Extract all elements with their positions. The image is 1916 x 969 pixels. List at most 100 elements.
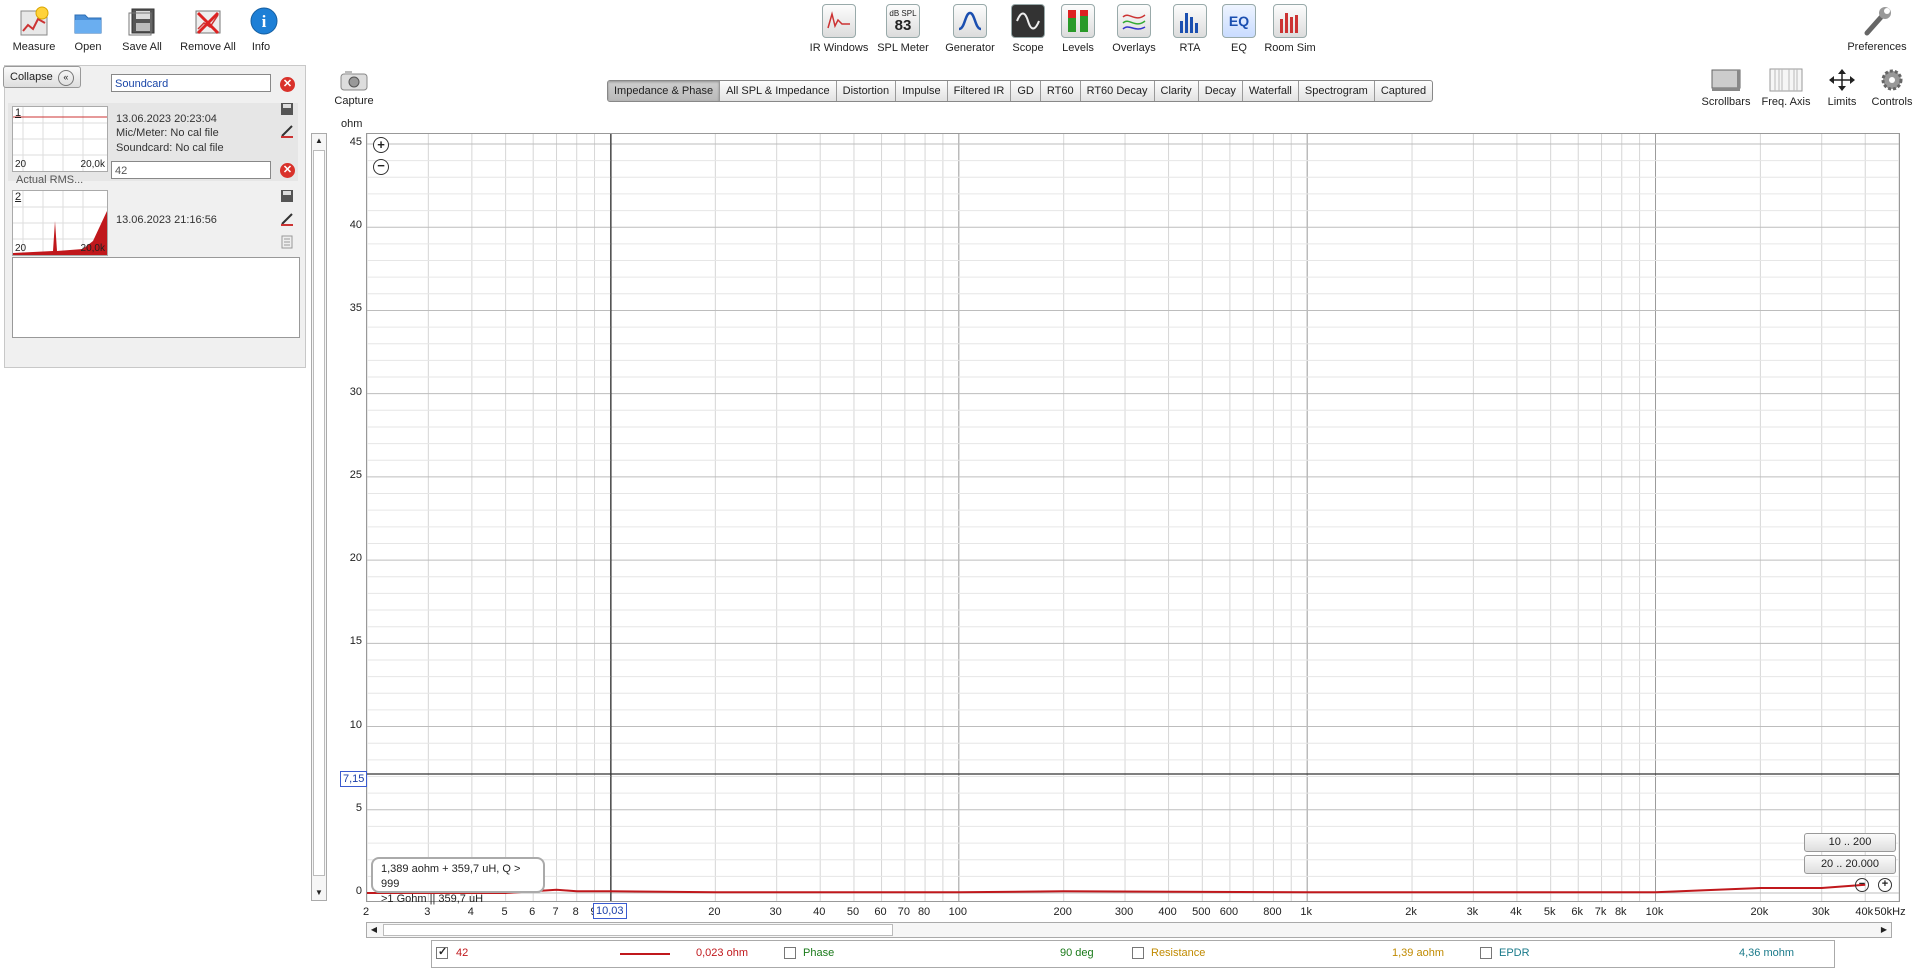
x-tick-label: 40k [1855, 906, 1874, 918]
x-tick-label: 2k [1405, 906, 1417, 918]
plot-area[interactable] [366, 133, 1900, 902]
levels-button[interactable]: Levels [1060, 4, 1096, 54]
limits-button[interactable]: Limits [1820, 68, 1864, 108]
scroll-down-icon[interactable]: ▼ [312, 886, 326, 900]
tab-impulse[interactable]: Impulse [896, 81, 948, 101]
levels-icon [1061, 4, 1095, 38]
rta-button[interactable]: RTA [1173, 4, 1207, 54]
generator-button[interactable]: Generator [943, 4, 997, 54]
x-tick-label: 60 [874, 906, 887, 918]
room-sim-button[interactable]: Room Sim [1264, 4, 1316, 54]
measurement-name-input[interactable]: 42 [111, 161, 271, 179]
save-measurement-icon[interactable] [280, 189, 294, 203]
spl-meter-button[interactable]: dB SPL 83 SPL Meter [876, 4, 930, 54]
overlays-button[interactable]: Overlays [1110, 4, 1158, 54]
x-tick-label: 80 [917, 906, 931, 918]
scrollbars-button[interactable]: Scrollbars [1700, 68, 1752, 108]
x-tick-label: 10k [1645, 906, 1664, 918]
preferences-button[interactable]: Preferences [1846, 4, 1908, 53]
open-button[interactable]: Open [68, 4, 108, 53]
y-tick-label: 25 [349, 468, 362, 481]
capture-button[interactable]: Capture [334, 68, 374, 107]
measurement-name-input[interactable]: Soundcard [111, 74, 271, 92]
remove-all-label: Remove All [180, 41, 236, 53]
tab-filtered-ir[interactable]: Filtered IR [948, 81, 1012, 101]
y-tick-label: 0 [355, 885, 362, 897]
thumb-lo: 20 [15, 159, 27, 170]
measurement-thumbnail: 1 20 20,0k [12, 106, 108, 172]
info-line-2: >1 Gohm || 359,7 uH [381, 893, 484, 905]
scroll-thumb[interactable] [313, 150, 325, 876]
scope-button[interactable]: Scope [1010, 4, 1046, 54]
freq-axis-button[interactable]: Freq. Axis [1760, 68, 1812, 108]
resistance-checkbox[interactable] [1132, 947, 1144, 959]
measurement-date: 13.06.2023 21:16:56 [116, 214, 217, 226]
thumb-lo: 20 [15, 243, 27, 254]
capture-label: Capture [334, 95, 374, 107]
preset-range-button[interactable]: 20 .. 20.000 [1804, 855, 1896, 874]
trace-value: 0,023 ohm [696, 947, 748, 959]
vertical-scrollbar[interactable]: ▲ ▼ [311, 133, 327, 901]
trace-checkbox[interactable]: ✓ [436, 946, 448, 959]
collapse-button[interactable]: Collapse « [3, 66, 81, 88]
notes-textarea[interactable] [12, 257, 300, 338]
eq-button[interactable]: EQ EQ [1222, 4, 1256, 54]
tab-rt60[interactable]: RT60 [1041, 81, 1081, 101]
preset-range-button[interactable]: 10 .. 200 [1804, 833, 1896, 852]
remove-all-button[interactable]: Remove All [178, 4, 238, 53]
thumb-hi: 20,0k [80, 243, 105, 254]
x-tick-label: 5 [501, 906, 508, 918]
tab-captured[interactable]: Captured [1375, 81, 1432, 101]
zoom-in-x-icon[interactable]: + [1878, 878, 1892, 892]
tab-distortion[interactable]: Distortion [837, 81, 897, 101]
tab-all-spl-impedance[interactable]: All SPL & Impedance [720, 81, 837, 101]
freq-axis-icon [1769, 68, 1803, 92]
edit-pen-icon[interactable] [280, 124, 294, 138]
x-tick-label: 6 [529, 906, 536, 918]
camera-icon [338, 68, 370, 92]
spl-meter-icon: dB SPL 83 [886, 4, 920, 38]
edit-pen-icon[interactable] [280, 212, 294, 226]
tab-waterfall[interactable]: Waterfall [1243, 81, 1299, 101]
tab-gd[interactable]: GD [1011, 81, 1041, 101]
tab-rt60-decay[interactable]: RT60 Decay [1081, 81, 1155, 101]
limits-label: Limits [1827, 96, 1857, 108]
save-all-icon [125, 4, 159, 38]
tab-clarity[interactable]: Clarity [1155, 81, 1199, 101]
tab-decay[interactable]: Decay [1199, 81, 1243, 101]
x-tick-label: 800 [1263, 906, 1282, 918]
x-tick-label: 8k [1614, 906, 1627, 918]
info-button[interactable]: i Info [247, 4, 278, 53]
controls-button[interactable]: Controls [1870, 68, 1914, 108]
phase-checkbox[interactable] [784, 947, 796, 959]
notes-icon[interactable] [280, 235, 294, 249]
scroll-up-icon[interactable]: ▲ [312, 134, 326, 148]
scope-label: Scope [1012, 42, 1044, 54]
scroll-right-icon[interactable]: ▶ [1877, 923, 1891, 937]
x-tick-label: 7 [552, 906, 559, 918]
room-sim-label: Room Sim [1264, 42, 1316, 54]
zoom-out-icon[interactable]: − [373, 159, 389, 175]
zoom-out-x-icon[interactable]: − [1855, 878, 1869, 892]
x-tick-label: 2 [362, 906, 370, 918]
remove-measurement-icon[interactable]: ✕ [280, 163, 295, 178]
ir-windows-button[interactable]: IR Windows [808, 4, 870, 54]
impedance-chart[interactable] [367, 134, 1899, 901]
horizontal-scrollbar[interactable]: ◀ ▶ [366, 922, 1892, 938]
x-tick-label: 20 [708, 906, 721, 918]
save-measurement-icon[interactable] [280, 102, 294, 116]
resistance-label: Resistance [1151, 947, 1206, 959]
y-tick-label: 45 [349, 136, 362, 148]
zoom-in-icon[interactable]: + [373, 137, 389, 153]
remove-measurement-icon[interactable]: ✕ [280, 77, 295, 92]
epdr-checkbox[interactable] [1480, 947, 1492, 959]
cursor-x-readout: 10,03 [593, 903, 627, 919]
save-all-button[interactable]: Save All [118, 4, 166, 53]
tab-impedance-phase[interactable]: Impedance & Phase [608, 81, 721, 101]
measure-button[interactable]: Measure [10, 4, 58, 53]
scroll-left-icon[interactable]: ◀ [367, 923, 381, 937]
x-tick-label: 30 [769, 906, 782, 918]
h-scroll-thumb[interactable] [383, 924, 893, 936]
tab-spectrogram[interactable]: Spectrogram [1299, 81, 1375, 101]
thumb-index: 1 [15, 107, 22, 119]
